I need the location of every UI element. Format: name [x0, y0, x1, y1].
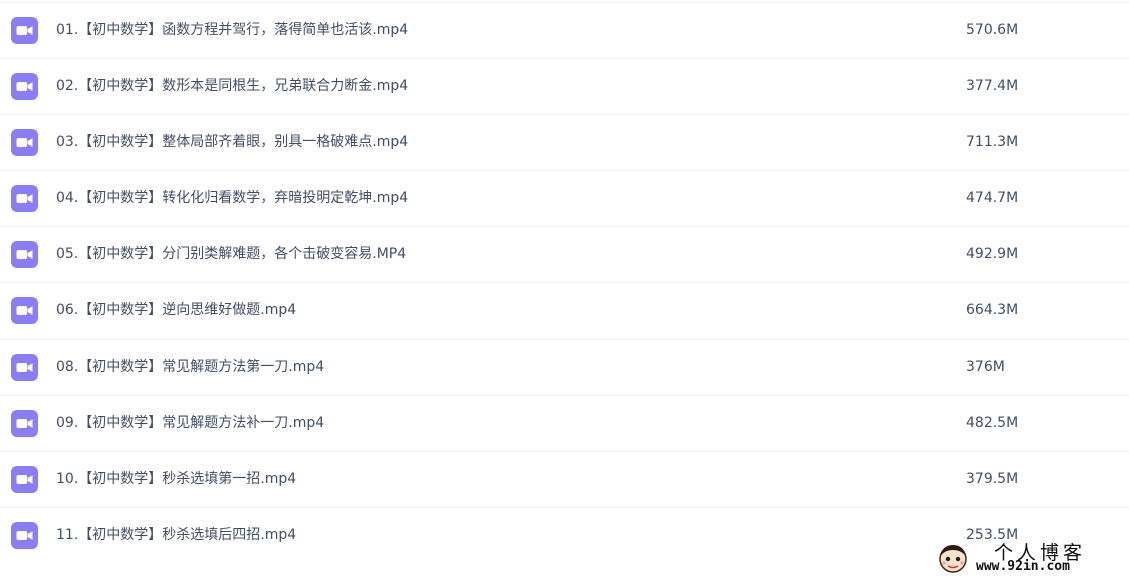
file-list: 01.【初中数学】函数方程并驾行，落得简单也活该.mp4 570.6M 02.【…	[0, 0, 1129, 579]
video-file-icon	[11, 297, 38, 324]
video-file-icon	[11, 17, 38, 44]
file-row[interactable]: 08.【初中数学】常见解题方法第一刀.mp4 376M	[0, 339, 1129, 395]
watermark-url: www.92in.com	[976, 559, 1070, 574]
file-name[interactable]: 06.【初中数学】逆向思维好做题.mp4	[56, 282, 296, 338]
file-row[interactable]: 10.【初中数学】秒杀选填第一招.mp4 379.5M	[0, 451, 1129, 507]
file-row[interactable]: 03.【初中数学】整体局部齐着眼，别具一格破难点.mp4 711.3M	[0, 114, 1129, 170]
file-name[interactable]: 03.【初中数学】整体局部齐着眼，别具一格破难点.mp4	[56, 114, 408, 170]
file-size: 711.3M	[966, 134, 1019, 150]
file-size: 474.7M	[966, 190, 1019, 206]
file-size: 664.3M	[966, 302, 1019, 318]
video-file-icon	[11, 466, 38, 493]
file-name[interactable]: 02.【初中数学】数形本是同根生，兄弟联合力断金.mp4	[56, 58, 408, 114]
file-size: 379.5M	[966, 471, 1019, 487]
file-size: 376M	[966, 359, 1005, 375]
file-size: 492.9M	[966, 246, 1019, 262]
file-name[interactable]: 11.【初中数学】秒杀选填后四招.mp4	[56, 507, 296, 563]
file-row[interactable]: 02.【初中数学】数形本是同根生，兄弟联合力断金.mp4 377.4M	[0, 58, 1129, 114]
video-file-icon	[11, 129, 38, 156]
file-name[interactable]: 08.【初中数学】常见解题方法第一刀.mp4	[56, 339, 324, 395]
file-name[interactable]: 04.【初中数学】转化化归看数学，弃暗投明定乾坤.mp4	[56, 170, 408, 226]
file-name[interactable]: 01.【初中数学】函数方程并驾行，落得简单也活该.mp4	[56, 2, 408, 58]
file-name[interactable]: 10.【初中数学】秒杀选填第一招.mp4	[56, 451, 296, 507]
file-row[interactable]: 06.【初中数学】逆向思维好做题.mp4 664.3M	[0, 282, 1129, 338]
file-row[interactable]: 05.【初中数学】分门别类解难题，各个击破变容易.MP4 492.9M	[0, 226, 1129, 282]
video-file-icon	[11, 241, 38, 268]
video-file-icon	[11, 73, 38, 100]
file-name[interactable]: 05.【初中数学】分门别类解难题，各个击破变容易.MP4	[56, 226, 406, 282]
video-file-icon	[11, 185, 38, 212]
file-name[interactable]: 09.【初中数学】常见解题方法补一刀.mp4	[56, 395, 324, 451]
file-row[interactable]: 01.【初中数学】函数方程并驾行，落得简单也活该.mp4 570.6M	[0, 2, 1129, 58]
file-row[interactable]: 09.【初中数学】常见解题方法补一刀.mp4 482.5M	[0, 395, 1129, 451]
video-file-icon	[11, 354, 38, 381]
file-size: 570.6M	[966, 22, 1019, 38]
file-size: 482.5M	[966, 415, 1019, 431]
video-file-icon	[11, 522, 38, 549]
cartoon-avatar-icon	[936, 541, 970, 575]
file-row[interactable]: 04.【初中数学】转化化归看数学，弃暗投明定乾坤.mp4 474.7M	[0, 170, 1129, 226]
file-size: 377.4M	[966, 78, 1019, 94]
blog-watermark: 个人博客 www.92in.com	[934, 538, 1129, 579]
video-file-icon	[11, 410, 38, 437]
